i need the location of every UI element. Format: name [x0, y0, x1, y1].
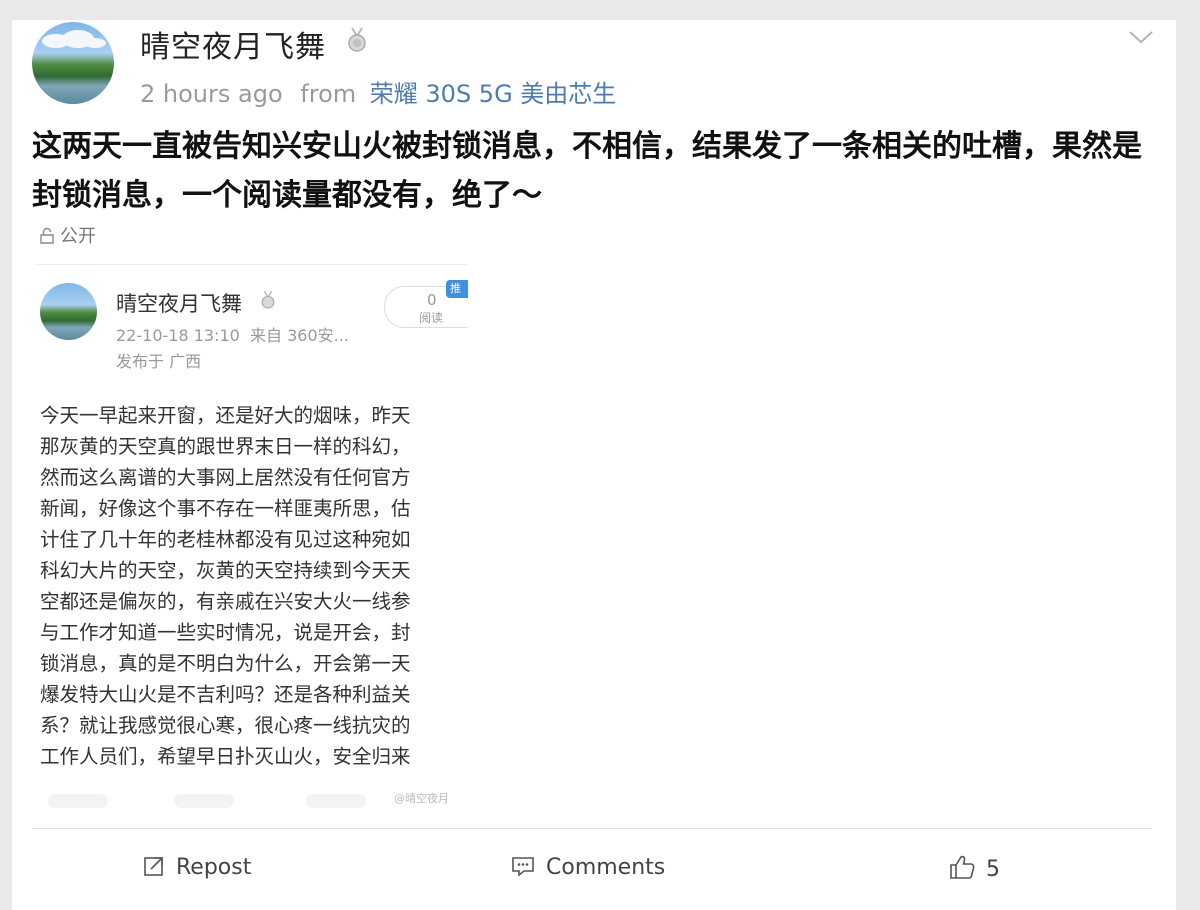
post-text: 这两天一直被告知兴安山火被封锁消息，不相信，结果发了一条相关的吐槽，果然是封锁消… — [32, 129, 1142, 213]
read-label: 阅读 — [419, 311, 444, 325]
screenshot-location: 发布于 广西 — [116, 352, 202, 371]
read-count: 0 — [427, 291, 437, 309]
comments-button[interactable]: Comments — [510, 854, 665, 880]
body-line: 那灰黄的天空真的跟世界末日一样的科幻， — [40, 435, 411, 458]
promo-tag: 推 — [446, 280, 468, 298]
body-line: 锁消息，真的是不明白为什么，开会第一天 — [40, 652, 411, 675]
body-line: 科幻大片的天空，灰黄的天空持续到今天天 — [40, 559, 411, 582]
body-line: 新闻，好像这个事不存在一样匪夷所思，估 — [40, 497, 411, 520]
medal-icon — [261, 290, 275, 309]
body-line: 与工作才知道一些实时情况，说是开会，封 — [40, 621, 411, 644]
repost-button[interactable]: Repost — [142, 854, 251, 880]
body-line: 空都还是偏灰的，有亲戚在兴安大火一线参 — [40, 590, 411, 613]
screenshot-avatar — [40, 283, 97, 340]
weibo-post-card: 晴空夜月飞舞 2 hours ago from 荣耀 30S 5G 美由芯生 这… — [12, 20, 1176, 910]
comment-icon — [512, 857, 534, 877]
attached-screenshot[interactable]: 晴空夜月飞舞 22-10-18 13:10 来自 360安... 发布于 广西 … — [34, 264, 468, 812]
lock-icon — [40, 227, 54, 244]
repost-label: Repost — [176, 855, 252, 880]
body-line: 爆发特大山火是不吉利吗？还是各种利益关 — [40, 683, 411, 706]
avatar[interactable] — [32, 22, 114, 104]
device-link[interactable]: 荣耀 30S 5G 美由芯生 — [370, 80, 617, 108]
chevron-down-icon[interactable] — [1128, 28, 1154, 46]
visibility-label: 公开 — [38, 222, 96, 248]
repost-icon — [144, 857, 163, 876]
like-button[interactable]: 5 — [948, 854, 1000, 882]
screenshot-body: 今天一早起来开窗，还是好大的烟味，昨天 那灰黄的天空真的跟世界末日一样的科幻， … — [40, 400, 468, 772]
comments-label: Comments — [546, 855, 666, 880]
thumbs-up-icon — [950, 855, 975, 879]
body-line: 工作人员们，希望早日扑灭山火，安全归来 — [40, 745, 411, 768]
screenshot-username: 晴空夜月飞舞 — [116, 292, 242, 316]
body-line: 系？就让我感觉很心寒，很心疼一线抗灾的 — [40, 714, 411, 737]
username[interactable]: 晴空夜月飞舞 — [140, 22, 326, 66]
divider — [32, 828, 1152, 829]
body-line: 然而这么离谱的大事网上居然没有任何官方 — [40, 466, 411, 489]
body-line: 今天一早起来开窗，还是好大的烟味，昨天 — [40, 404, 411, 427]
post-time: 2 hours ago — [140, 80, 283, 108]
screenshot-date: 22-10-18 13:10 来自 360安... — [116, 326, 349, 345]
body-line: 计住了几十年的老桂林都没有见过这种宛如 — [40, 528, 411, 551]
watermark: @晴空夜月 — [394, 792, 449, 805]
medal-icon — [348, 27, 366, 52]
visibility-text: 公开 — [60, 226, 96, 247]
post-meta: 2 hours ago from 荣耀 30S 5G 美由芯生 — [140, 74, 616, 109]
like-count: 5 — [986, 857, 1000, 882]
from-label: from — [300, 80, 357, 108]
